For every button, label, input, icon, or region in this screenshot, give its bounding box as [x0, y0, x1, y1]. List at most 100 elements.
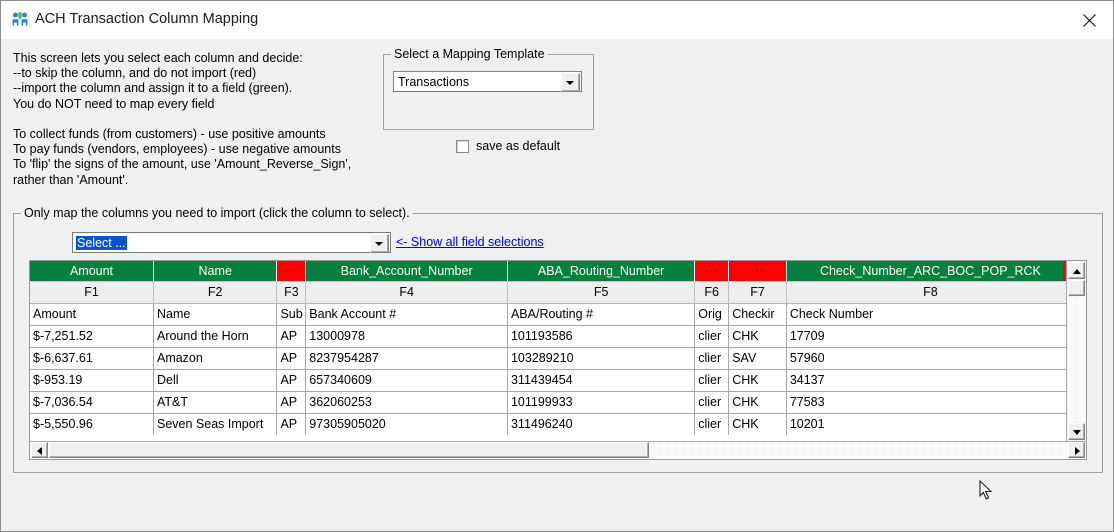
grid-field-header-cell[interactable]: --- — [728, 261, 787, 282]
grid-horizontal-scrollbar[interactable] — [30, 441, 1086, 459]
field-select-value: Select ... — [76, 236, 127, 250]
table-cell[interactable]: CHK — [728, 325, 787, 348]
table-cell[interactable]: Amount — [30, 303, 154, 326]
table-cell[interactable]: Dell — [153, 369, 278, 392]
grid-column-number-cell[interactable]: F4 — [305, 281, 508, 304]
table-cell[interactable]: SAV — [728, 347, 787, 370]
column-mapping-grid[interactable]: Amount Name --- Bank_Account_Number ABA_Rout… — [29, 260, 1087, 460]
chevron-down-icon[interactable] — [561, 73, 580, 92]
table-row[interactable]: $-7,251.52 Around the Horn AP 13000978 10119… — [30, 325, 1068, 348]
grid-field-header-cell[interactable]: Check_Number_ARC_BOC_POP_RCK — [786, 261, 1068, 282]
grid-field-header-cell[interactable]: Bank_Account_Number — [305, 261, 508, 282]
table-cell[interactable]: Name — [153, 303, 278, 326]
table-row[interactable]: $-5,550.96 Seven Seas Import AP 97305905020… — [30, 413, 1068, 435]
table-row[interactable]: $-953.19 Dell AP 657340609 311439454 clier CHK… — [30, 369, 1068, 392]
grid-column-number-cell[interactable]: F2 — [153, 281, 278, 304]
save-as-default-label: save as default — [476, 139, 561, 153]
horizontal-scroll-thumb[interactable] — [49, 442, 649, 458]
grid-field-header-row: Amount Name --- Bank_Account_Number ABA_Rout… — [30, 261, 1068, 282]
table-cell[interactable]: 8237954287 — [305, 347, 508, 370]
field-select-dropdown[interactable]: Select ... — [72, 232, 391, 253]
table-cell[interactable]: 10201 — [786, 413, 1068, 435]
table-row[interactable]: $-6,637.61 Amazon AP 8237954287 103289210 cli… — [30, 347, 1068, 370]
grid-column-number-cell[interactable]: F5 — [507, 281, 696, 304]
grid-field-header-cell[interactable]: Name — [153, 261, 278, 282]
table-row[interactable]: Amount Name Sub Bank Account # ABA/Routing #… — [30, 303, 1068, 326]
vertical-scroll-track[interactable] — [1068, 297, 1085, 422]
chevron-down-icon[interactable] — [370, 234, 389, 253]
grid-column-number-row: F1 F2 F3 F4 F5 F6 F7 F8 — [30, 281, 1068, 304]
scroll-right-icon[interactable] — [1068, 442, 1085, 458]
table-cell[interactable]: AP — [276, 391, 307, 414]
table-cell[interactable]: 77583 — [786, 391, 1068, 414]
save-as-default-row[interactable]: save as default — [456, 139, 560, 153]
table-cell[interactable]: 362060253 — [305, 391, 508, 414]
window-title: ACH Transaction Column Mapping — [35, 11, 259, 27]
grid-column-number-cell[interactable]: F6 — [694, 281, 730, 304]
mapping-template-value: Transactions — [398, 75, 470, 89]
mapping-template-legend: Select a Mapping Template — [391, 47, 548, 61]
save-as-default-checkbox[interactable] — [456, 139, 469, 153]
table-cell[interactable]: AT&T — [153, 391, 278, 414]
button-bar: Help Help Cancel < Back Next > Finish — [1, 479, 1113, 531]
table-cell[interactable]: 17709 — [786, 325, 1068, 348]
table-cell[interactable]: $-5,550.96 — [30, 413, 154, 435]
table-cell[interactable]: 57960 — [786, 347, 1068, 370]
table-cell[interactable]: 657340609 — [305, 369, 508, 392]
instructions-text: This screen lets you select each column … — [13, 51, 352, 187]
table-cell[interactable]: clier — [694, 325, 730, 348]
table-cell[interactable]: 13000978 — [305, 325, 508, 348]
table-cell[interactable]: clier — [694, 413, 730, 435]
table-cell[interactable]: 311496240 — [507, 413, 696, 435]
grid-vertical-scrollbar[interactable] — [1066, 261, 1086, 443]
table-row[interactable]: $-7,036.54 AT&T AP 362060253 101199933 clier C… — [30, 391, 1068, 414]
table-cell[interactable]: $-6,637.61 — [30, 347, 154, 370]
vertical-scroll-thumb[interactable] — [1068, 280, 1085, 296]
grid-field-header-cell[interactable]: Amount — [30, 261, 154, 282]
table-cell[interactable]: $-7,251.52 — [30, 325, 154, 348]
table-cell[interactable]: AP — [276, 369, 307, 392]
table-cell[interactable]: Check Number — [786, 303, 1068, 326]
grid-column-number-cell[interactable]: F3 — [276, 281, 307, 304]
table-cell[interactable]: 97305905020 — [305, 413, 508, 435]
grid-column-number-cell[interactable]: F1 — [30, 281, 154, 304]
table-cell[interactable]: clier — [694, 391, 730, 414]
table-cell[interactable]: 311439454 — [507, 369, 696, 392]
title-bar: ACH Transaction Column Mapping — [1, 1, 1113, 40]
table-cell[interactable]: clier — [694, 347, 730, 370]
grid-viewport: Amount Name --- Bank_Account_Number ABA_Rout… — [30, 261, 1068, 443]
table-cell[interactable]: AP — [276, 347, 307, 370]
table-cell[interactable]: Amazon — [153, 347, 278, 370]
table-cell[interactable]: Checkir — [728, 303, 787, 326]
table-cell[interactable]: Seven Seas Import — [153, 413, 278, 435]
mapping-template-groupbox — [383, 54, 594, 130]
table-cell[interactable]: CHK — [728, 391, 787, 414]
table-cell[interactable]: clier — [694, 369, 730, 392]
table-cell[interactable]: AP — [276, 325, 307, 348]
grid-column-number-cell[interactable]: F7 — [728, 281, 787, 304]
table-cell[interactable]: 101199933 — [507, 391, 696, 414]
table-cell[interactable]: $-7,036.54 — [30, 391, 154, 414]
table-cell[interactable]: CHK — [728, 413, 787, 435]
grid-column-number-cell[interactable]: F8 — [786, 281, 1068, 304]
show-all-field-selections-link[interactable]: <- Show all field selections — [396, 235, 544, 249]
grid-field-header-cell[interactable]: ABA_Routing_Number — [507, 261, 696, 282]
grid-field-header-cell[interactable]: --- — [276, 261, 307, 282]
table-cell[interactable]: 34137 — [786, 369, 1068, 392]
table-cell[interactable]: AP — [276, 413, 307, 435]
scroll-down-icon[interactable] — [1068, 423, 1085, 440]
close-icon[interactable] — [1067, 1, 1113, 38]
scroll-up-icon[interactable] — [1068, 262, 1085, 279]
table-cell[interactable]: 103289210 — [507, 347, 696, 370]
mapping-template-dropdown[interactable]: Transactions — [393, 71, 582, 92]
table-cell[interactable]: CHK — [728, 369, 787, 392]
table-cell[interactable]: 101193586 — [507, 325, 696, 348]
table-cell[interactable]: Sub — [276, 303, 307, 326]
table-cell[interactable]: Around the Horn — [153, 325, 278, 348]
table-cell[interactable]: Orig — [694, 303, 730, 326]
table-cell[interactable]: Bank Account # — [305, 303, 508, 326]
grid-field-header-cell[interactable]: --- — [694, 261, 730, 282]
table-cell[interactable]: $-953.19 — [30, 369, 154, 392]
scroll-left-icon[interactable] — [31, 442, 48, 458]
table-cell[interactable]: ABA/Routing # — [507, 303, 696, 326]
